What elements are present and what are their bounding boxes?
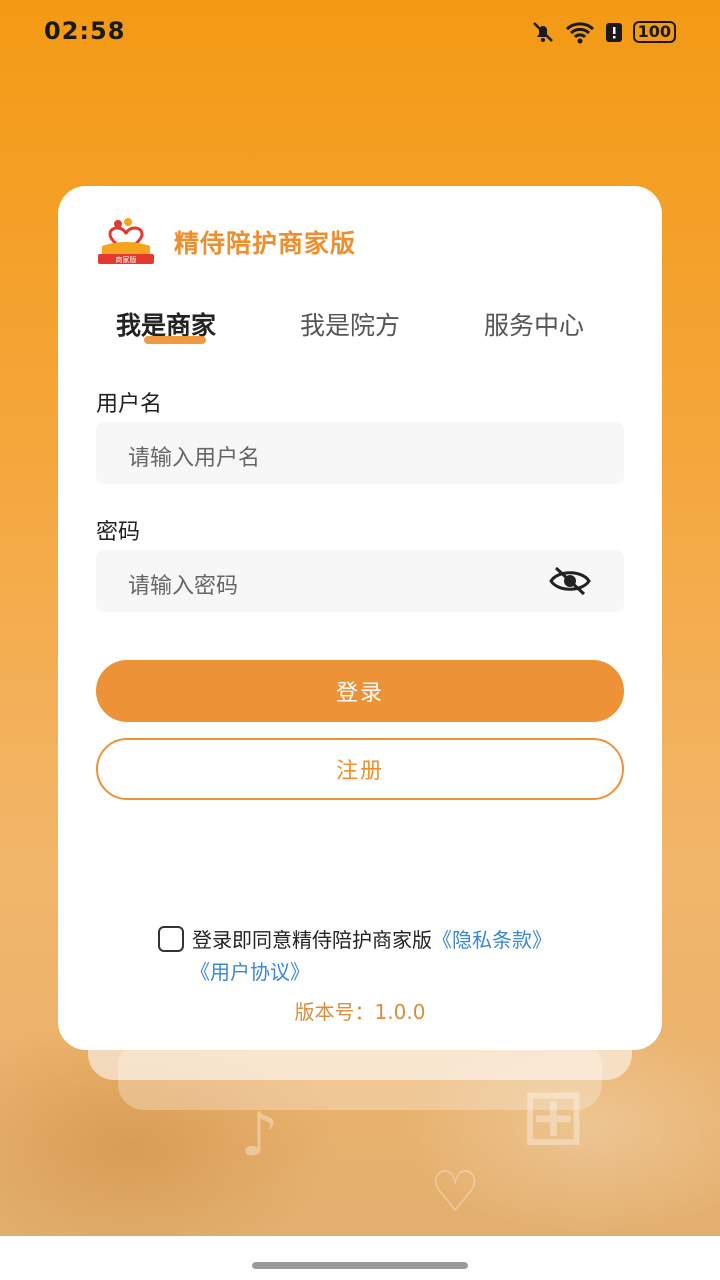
username-placeholder: 请输入用户名 [128,446,261,471]
battery-icon: 100 [632,21,676,43]
register-button[interactable]: 注册 [96,738,624,800]
agreement-checkbox[interactable] [158,926,184,952]
home-indicator[interactable] [252,1262,468,1269]
login-button[interactable]: 登录 [96,660,624,722]
tab-service-center[interactable]: 服务中心 [484,306,584,342]
version-label: 版本号：1.0.0 [294,1000,426,1024]
login-card: 商家版 精侍陪护商家版 我是商家 我是院方 服务中心 用户名 请输入用户名 密码… [58,186,662,1050]
status-time: 02:58 [44,17,126,45]
agreement-text: 登录即同意精侍陪护商家版《隐私条款》 《用户协议》 [190,924,632,988]
password-label: 密码 [96,520,141,545]
username-label: 用户名 [96,392,163,417]
password-placeholder: 请输入密码 [128,574,239,599]
user-agreement-link[interactable]: 《用户协议》 [190,960,310,984]
app-title: 精侍陪护商家版 [174,229,357,258]
tab-hospital[interactable]: 我是院方 [300,306,400,342]
status-icons: 100 [531,20,676,44]
username-field[interactable]: 请输入用户名 [96,422,624,484]
agreement-statement: 登录即同意精侍陪护商家版 [192,928,432,952]
heart-decor-icon: ♡ [430,1160,481,1225]
logo-text: 商家版 [116,255,137,264]
bell-off-icon [532,22,553,42]
password-field[interactable]: 请输入密码 [96,550,624,612]
status-bar: 02:58 100 [0,0,720,64]
eye-off-icon[interactable] [548,565,592,597]
app-logo: 商家版 [98,218,154,264]
wifi-icon [565,22,594,44]
yen-decor-icon: ♪ [240,1100,279,1170]
battery-saver-icon [605,23,622,42]
privacy-policy-link[interactable]: 《隐私条款》 [432,928,552,952]
tab-active-indicator [144,336,206,344]
